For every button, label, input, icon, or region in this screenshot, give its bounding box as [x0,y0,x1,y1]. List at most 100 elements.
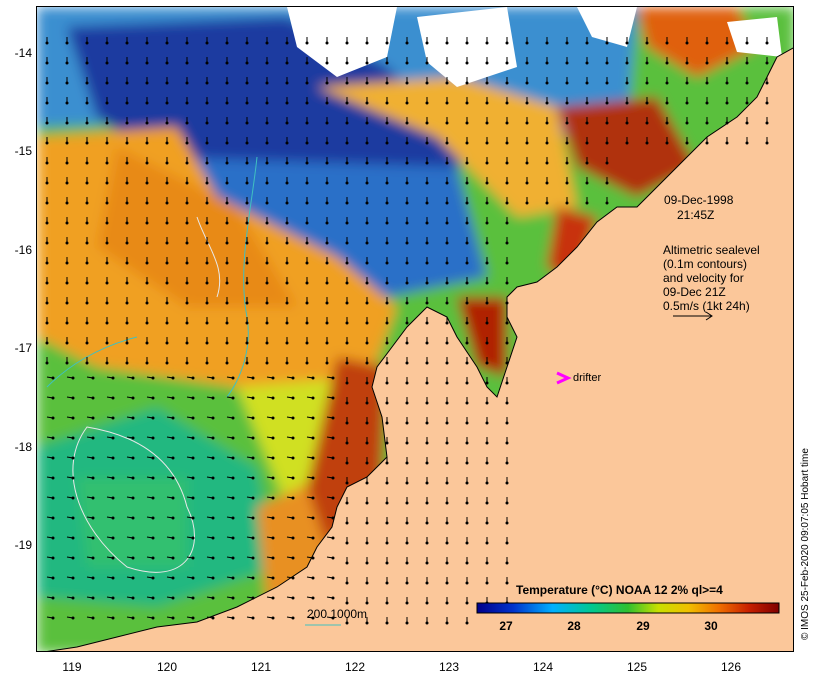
velocity-arrow-head [131,436,135,440]
velocity-arrow-head [365,481,369,485]
velocity-arrow-head [505,521,509,525]
velocity-arrow-head [405,321,409,325]
velocity-arrow-head [111,436,115,440]
velocity-arrow-head [345,421,349,425]
velocity-arrow-head [271,516,275,520]
velocity-arrow-head [745,121,749,125]
velocity-arrow-head [205,141,209,145]
sst-map[interactable]: 09-Dec-1998 21:45Z Altimetric sealevel (… [36,6,794,652]
velocity-arrow-head [425,421,429,425]
velocity-arrow-head [271,376,275,380]
velocity-arrow-head [465,141,469,145]
velocity-arrow-head [365,521,369,525]
velocity-arrow-head [625,101,629,105]
velocity-arrow-head [445,321,449,325]
velocity-arrow-head [85,201,89,205]
velocity-arrow-head [745,81,749,85]
velocity-arrow-head [485,581,489,585]
velocity-arrow-head [211,396,215,400]
velocity-arrow-head [45,281,49,285]
velocity-arrow-head [405,101,409,105]
velocity-arrow-head [605,201,609,205]
velocity-arrow-head [185,161,189,165]
velocity-arrow-head [565,41,569,45]
velocity-arrow-head [311,596,315,600]
velocity-arrow-head [485,221,489,225]
altimetric-line-2: (0.1m contours) [663,257,748,271]
velocity-arrow-head [565,101,569,105]
velocity-arrow-head [111,456,115,460]
velocity-arrow-head [251,396,255,400]
velocity-arrow-head [565,81,569,85]
velocity-arrow-head [345,441,349,445]
velocity-arrow-head [405,201,409,205]
velocity-arrow-head [311,516,315,520]
velocity-arrow-head [65,181,69,185]
velocity-arrow-head [725,141,729,145]
velocity-arrow-head [91,596,95,600]
velocity-arrow-head [425,481,429,485]
velocity-arrow-head [65,81,69,85]
velocity-arrow-head [51,476,55,480]
velocity-arrow-head [405,181,409,185]
velocity-arrow-head [125,361,129,365]
velocity-arrow-head [705,61,709,65]
velocity-arrow-head [345,561,349,565]
velocity-arrow-head [211,596,215,600]
velocity-arrow-head [505,321,509,325]
velocity-arrow-head [145,41,149,45]
y-tick-label: -16 [14,243,32,257]
velocity-arrow-head [131,456,135,460]
velocity-arrow-head [745,41,749,45]
velocity-arrow-head [225,141,229,145]
velocity-arrow-head [245,341,249,345]
velocity-arrow-head [705,121,709,125]
velocity-arrow-head [485,201,489,205]
velocity-arrow-head [65,221,69,225]
velocity-arrow-head [105,301,109,305]
velocity-arrow-head [405,361,409,365]
velocity-arrow-head [445,461,449,465]
velocity-arrow-head [185,61,189,65]
velocity-arrow-head [425,81,429,85]
velocity-arrow-head [191,576,195,580]
velocity-arrow-head [125,121,129,125]
velocity-arrow-head [271,456,275,460]
velocity-arrow-head [405,121,409,125]
velocity-arrow-head [71,556,75,560]
x-tick-label: 126 [720,660,742,674]
velocity-arrow-head [65,241,69,245]
velocity-arrow-head [51,396,55,400]
velocity-arrow-head [505,281,509,285]
velocity-arrow-head [665,41,669,45]
velocity-arrow-head [445,241,449,245]
velocity-arrow-head [165,261,169,265]
velocity-arrow-head [305,181,309,185]
velocity-arrow-head [645,61,649,65]
velocity-arrow-head [271,616,275,620]
velocity-arrow-head [225,341,229,345]
velocity-arrow-head [251,376,255,380]
velocity-arrow-head [365,181,369,185]
velocity-arrow-head [71,516,75,520]
velocity-arrow-head [45,41,49,45]
velocity-arrow-head [345,601,349,605]
velocity-arrow-head [625,41,629,45]
x-tick-label: 120 [156,660,178,674]
velocity-arrow-head [365,561,369,565]
velocity-arrow-head [465,121,469,125]
velocity-arrow-head [505,201,509,205]
velocity-arrow-head [425,141,429,145]
velocity-arrow-head [645,141,649,145]
velocity-arrow-head [325,181,329,185]
velocity-arrow-head [365,161,369,165]
velocity-arrow-head [325,321,329,325]
colorbar-tick: 28 [567,619,581,633]
velocity-arrow-head [685,81,689,85]
velocity-arrow-head [71,616,75,620]
velocity-arrow-head [585,121,589,125]
velocity-arrow-head [325,141,329,145]
velocity-arrow-head [505,301,509,305]
velocity-arrow-head [365,321,369,325]
velocity-arrow-head [545,181,549,185]
